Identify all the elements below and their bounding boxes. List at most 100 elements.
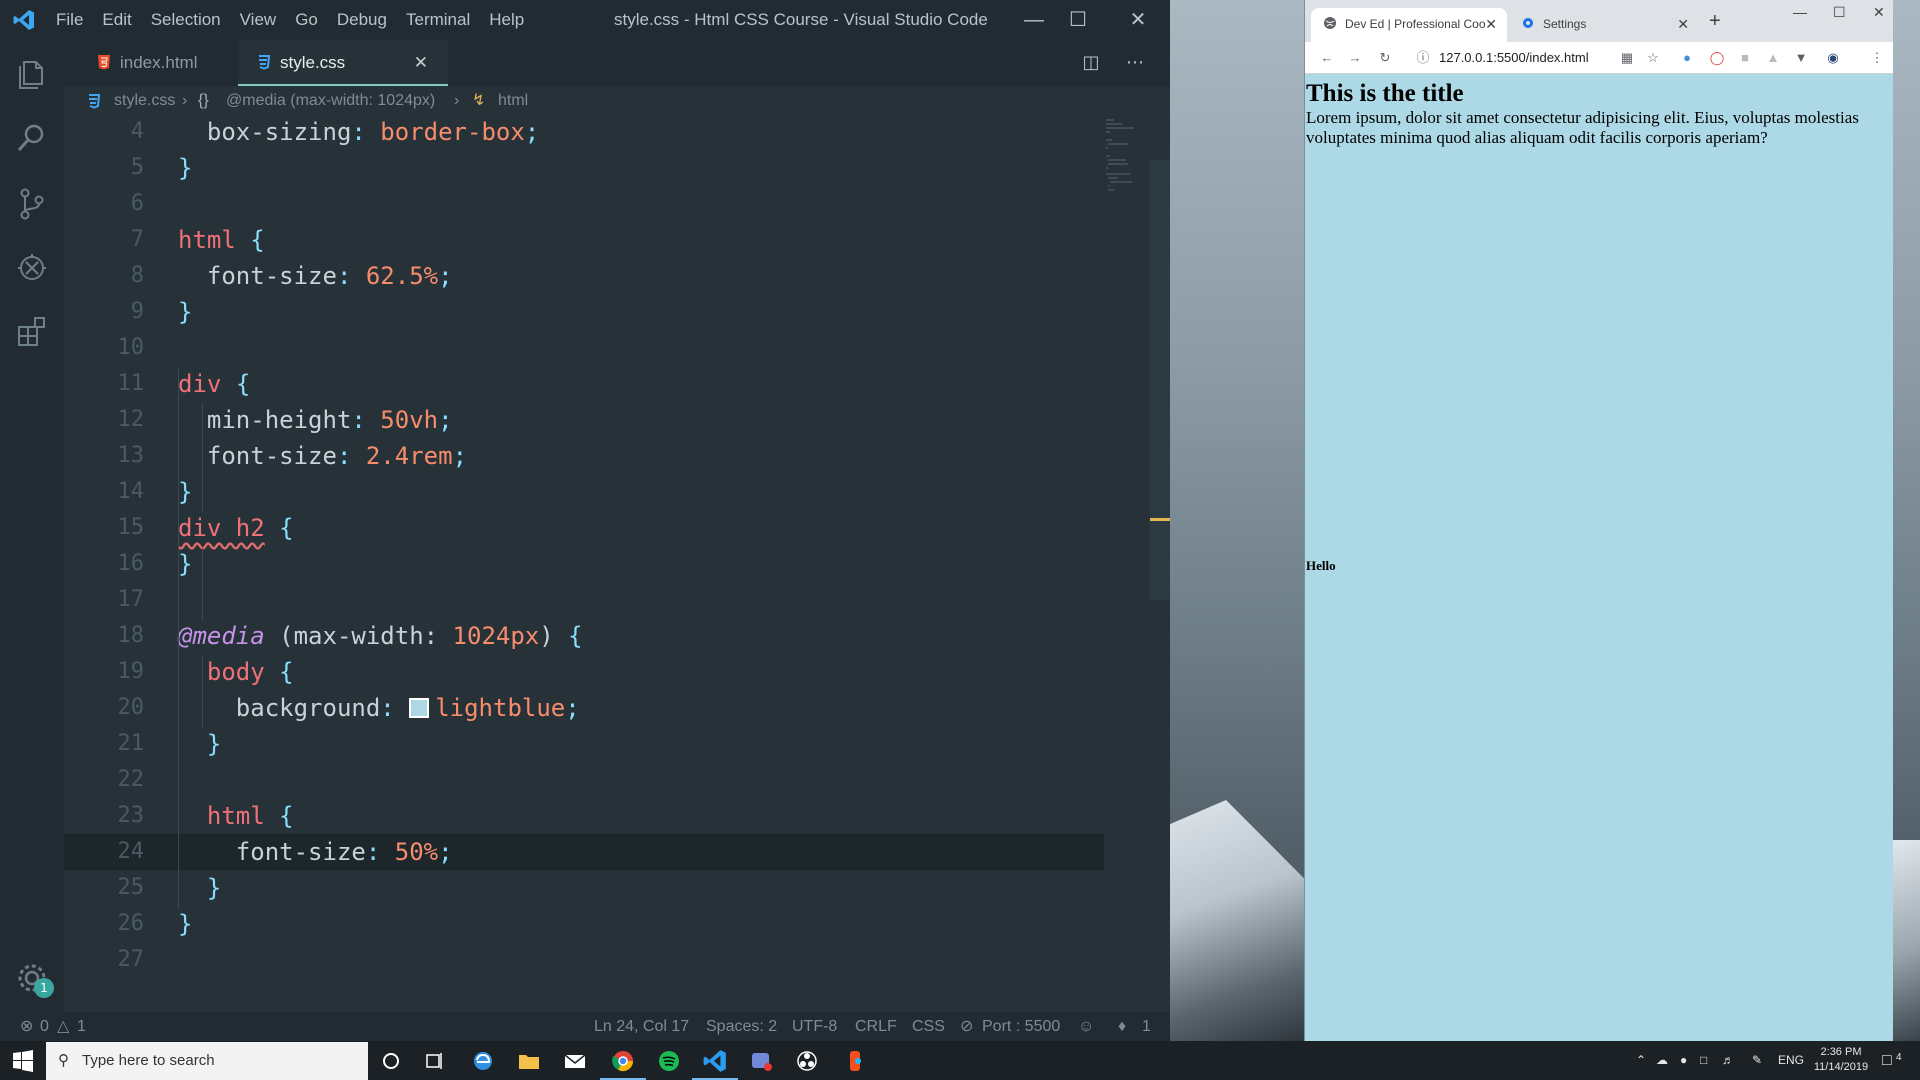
tab-index-html[interactable]: index.html — [78, 40, 238, 86]
indentation[interactable]: Spaces: 2 — [706, 1012, 777, 1041]
code-line[interactable]: 7 html { — [64, 222, 1104, 258]
onedrive-cloud-icon[interactable]: ☁ — [1656, 1041, 1668, 1080]
menu-debug[interactable]: Debug — [337, 10, 387, 30]
explorer-icon[interactable] — [14, 56, 50, 92]
code-line[interactable]: 25 } — [64, 870, 1104, 906]
code-line[interactable]: 27 — [64, 942, 1104, 978]
code-line[interactable]: 22 — [64, 762, 1104, 798]
reload-icon[interactable]: ↻ — [1375, 48, 1395, 68]
info-icon[interactable]: ⓘ — [1413, 48, 1433, 68]
spotify-icon[interactable] — [656, 1048, 682, 1074]
code-line[interactable]: 14} — [64, 474, 1104, 510]
color-swatch[interactable] — [409, 698, 430, 718]
figma-icon[interactable] — [842, 1048, 868, 1074]
back-arrow-icon[interactable]: ← — [1317, 48, 1337, 68]
obs-icon[interactable] — [794, 1048, 820, 1074]
chrome-icon[interactable] — [610, 1048, 636, 1074]
file-explorer-icon[interactable] — [516, 1048, 542, 1074]
code-line[interactable]: 8 font-size: 62.5%; — [64, 258, 1104, 294]
code-line[interactable]: 19 body { — [64, 654, 1104, 690]
browser-tab-settings[interactable]: Settings ✕ — [1509, 8, 1699, 42]
end-of-line[interactable]: CRLF — [855, 1012, 897, 1041]
minimize-icon[interactable]: — — [1793, 4, 1807, 20]
maximize-icon[interactable]: ☐ — [1064, 6, 1092, 34]
code-line[interactable]: 26} — [64, 906, 1104, 942]
translate-icon[interactable]: ▦ — [1617, 48, 1637, 68]
code-line[interactable]: 16} — [64, 546, 1104, 582]
minimize-icon[interactable]: — — [1020, 6, 1048, 34]
code-line[interactable]: 24 font-size: 50%; — [64, 834, 1104, 870]
code-line[interactable]: 4 box-sizing: border-box; — [64, 116, 1104, 150]
code-line[interactable]: 5} — [64, 150, 1104, 186]
code-line[interactable]: 13 font-size: 2.4rem; — [64, 438, 1104, 474]
extension-icon[interactable]: ▲ — [1763, 48, 1783, 68]
close-window-icon[interactable]: ✕ — [1124, 6, 1152, 34]
debug-icon[interactable] — [14, 250, 50, 286]
system-clock[interactable]: 2:36 PM 11/14/2019 — [1806, 1045, 1876, 1075]
edge-browser-icon[interactable] — [470, 1048, 496, 1074]
menu-terminal[interactable]: Terminal — [406, 10, 470, 30]
menu-go[interactable]: Go — [295, 10, 318, 30]
browser-tab-dev-ed[interactable]: Dev Ed | Professional Coo ✕ — [1311, 8, 1507, 42]
task-view-icon[interactable] — [422, 1048, 448, 1074]
forward-arrow-icon[interactable]: → — [1345, 48, 1365, 68]
vscode-app-icon[interactable] — [702, 1048, 728, 1074]
code-line[interactable]: 9} — [64, 294, 1104, 330]
microphone-icon[interactable]: ● — [1680, 1041, 1687, 1080]
code-line[interactable]: 21 } — [64, 726, 1104, 762]
menu-view[interactable]: View — [240, 10, 277, 30]
extensions-icon[interactable] — [14, 314, 50, 350]
breadcrumb-media[interactable]: @media (max-width: 1024px) — [226, 86, 435, 116]
editor-scrollbar[interactable] — [1150, 160, 1170, 600]
opera-extension-icon[interactable]: ◯ — [1707, 48, 1727, 68]
breadcrumb-rule[interactable]: html — [498, 86, 528, 116]
close-window-icon[interactable]: ✕ — [1873, 4, 1885, 21]
menu-file[interactable]: File — [56, 10, 83, 30]
extension-icon[interactable]: ▼ — [1791, 48, 1811, 68]
close-tab-icon[interactable]: ✕ — [1677, 8, 1689, 40]
code-line[interactable]: 15 div h2 { — [64, 510, 1104, 546]
feedback-smiley-icon[interactable]: ☺ — [1078, 1012, 1094, 1041]
split-editor-icon[interactable]: ◫ — [1080, 52, 1102, 74]
search-icon[interactable] — [14, 120, 50, 156]
pen-icon[interactable]: ✎ — [1752, 1041, 1762, 1080]
source-control-icon[interactable] — [14, 186, 50, 222]
breadcrumb-file[interactable]: style.css — [114, 86, 175, 116]
code-line[interactable]: 11 div { — [64, 366, 1104, 402]
encoding[interactable]: UTF-8 — [792, 1012, 837, 1041]
bookmark-star-icon[interactable]: ☆ — [1643, 48, 1663, 68]
show-hidden-icons-chevron-icon[interactable]: ⌃ — [1636, 1041, 1646, 1080]
network-icon[interactable]: □ — [1700, 1041, 1707, 1080]
code-line[interactable]: 10 — [64, 330, 1104, 366]
maximize-icon[interactable]: ☐ — [1833, 4, 1846, 21]
minimap[interactable] — [1104, 116, 1154, 196]
menu-kebab-icon[interactable]: ⋮ — [1867, 48, 1887, 68]
notification-count[interactable]: 1 — [1142, 1012, 1151, 1041]
menu-edit[interactable]: Edit — [102, 10, 131, 30]
action-center-icon[interactable]: □ — [1882, 1041, 1892, 1080]
extension-icon[interactable]: ● — [1677, 48, 1697, 68]
new-tab-plus-icon[interactable]: + — [1709, 10, 1721, 33]
code-line[interactable]: 17 — [64, 582, 1104, 618]
code-editor[interactable]: 4 box-sizing: border-box; 5} 6 7 html {8 fon… — [64, 116, 1154, 1012]
bell-icon[interactable]: ♦ — [1118, 1012, 1126, 1041]
more-actions-icon[interactable]: ⋯ — [1124, 52, 1146, 74]
tab-style-css[interactable]: style.css ✕ — [238, 40, 448, 86]
cortana-icon[interactable] — [378, 1048, 404, 1074]
live-server-port[interactable]: Port : 5500 — [982, 1012, 1060, 1041]
broadcast-icon[interactable]: ⊘ — [960, 1012, 973, 1041]
warning-icon[interactable]: △ — [57, 1012, 69, 1041]
code-line[interactable]: 12 min-height: 50vh; — [64, 402, 1104, 438]
cursor-position[interactable]: Ln 24, Col 17 — [594, 1012, 689, 1041]
language-indicator[interactable]: ENG — [1778, 1041, 1804, 1080]
error-icon[interactable]: ⊗ — [20, 1012, 33, 1041]
vscode-logo-icon[interactable] — [12, 8, 36, 32]
volume-icon[interactable]: ♬ — [1722, 1041, 1734, 1080]
language-mode[interactable]: CSS — [912, 1012, 945, 1041]
menu-help[interactable]: Help — [489, 10, 524, 30]
code-line[interactable]: 6 — [64, 186, 1104, 222]
code-line[interactable]: 18 @media (max-width: 1024px) { — [64, 618, 1104, 654]
error-count[interactable]: 0 — [40, 1012, 49, 1041]
extension-icon[interactable]: ■ — [1735, 48, 1755, 68]
warning-count[interactable]: 1 — [77, 1012, 86, 1041]
